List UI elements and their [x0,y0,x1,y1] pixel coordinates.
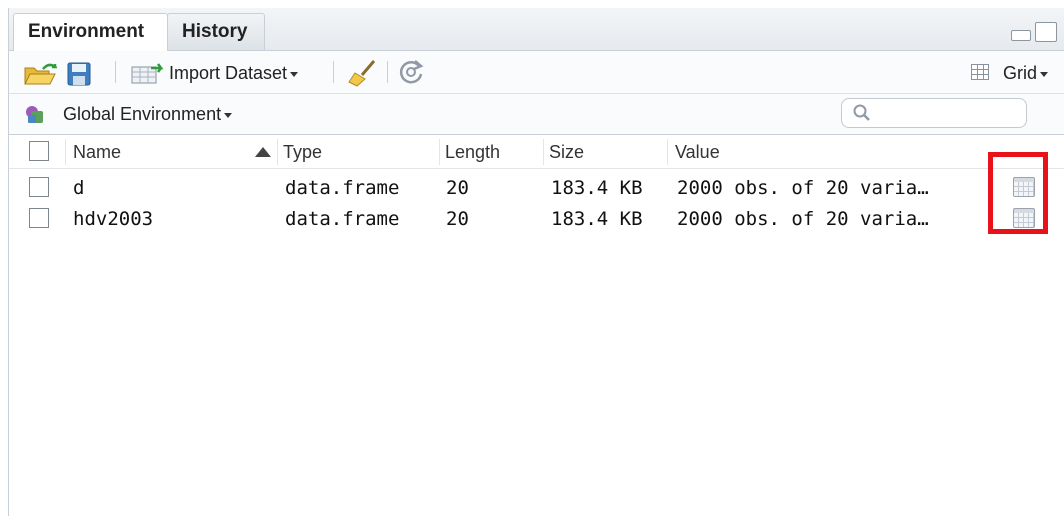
sort-ascending-icon [255,147,271,157]
row-checkbox[interactable] [29,208,49,228]
table-row[interactable]: hdv2003 data.frame 20 183.4 KB 2000 obs.… [9,204,1064,235]
grid-view-label: Grid [1003,63,1038,83]
variable-value: 2000 obs. of 20 varia… [677,208,929,230]
toolbar-divider [333,61,334,83]
table-header: Name Type Length Size Value [9,135,1064,169]
variable-name: d [73,177,85,199]
environment-toolbar: Import Dataset Grid [9,51,1064,94]
import-dataset-label: Import Dataset [169,63,288,83]
environment-scope-icon [26,106,43,123]
column-header-type[interactable]: Type [283,142,322,163]
variable-length: 20 [446,177,469,199]
variable-type: data.frame [285,208,400,230]
chevron-down-icon [224,112,233,118]
variable-name: hdv2003 [73,208,154,230]
save-workspace-icon[interactable] [67,62,91,86]
variable-size: 183.4 KB [551,177,643,199]
row-checkbox[interactable] [29,177,49,197]
minimize-icon[interactable] [1011,30,1031,41]
pane-tab-bar: Environment History [9,8,1064,51]
column-header-name[interactable]: Name [73,142,121,163]
grid-view-button[interactable]: Grid [1003,63,1049,84]
column-header-size[interactable]: Size [549,142,584,163]
environment-scope-dropdown[interactable]: Global Environment [63,104,233,125]
toolbar-divider [387,61,388,83]
variable-value: 2000 obs. of 20 varia… [677,177,929,199]
load-workspace-icon[interactable] [23,60,57,86]
table-row[interactable]: d data.frame 20 183.4 KB 2000 obs. of 20… [9,173,1064,204]
column-divider [65,139,66,165]
chevron-down-icon [290,71,299,77]
search-icon [853,104,870,121]
variable-size: 183.4 KB [551,208,643,230]
toolbar-divider [115,61,116,83]
variable-length: 20 [446,208,469,230]
tab-history[interactable]: History [167,13,265,50]
import-dataset-icon[interactable] [131,62,167,84]
column-divider [667,139,668,165]
import-dataset-button[interactable]: Import Dataset [169,63,299,84]
column-divider [543,139,544,165]
select-all-checkbox[interactable] [29,141,49,161]
column-divider [277,139,278,165]
environment-pane: Environment History Import Dataset Grid … [8,8,1064,516]
search-input[interactable] [841,98,1027,128]
variable-type: data.frame [285,177,400,199]
annotation-highlight-box [988,152,1048,234]
environment-scope-bar: Global Environment [9,94,1064,135]
refresh-icon[interactable] [397,58,425,86]
broom-icon[interactable] [347,59,377,87]
column-header-value[interactable]: Value [675,142,720,163]
column-divider [439,139,440,165]
column-header-length[interactable]: Length [445,142,500,163]
maximize-icon[interactable] [1035,22,1057,42]
tab-environment[interactable]: Environment [13,13,168,51]
grid-view-icon[interactable] [971,64,989,80]
environment-scope-label: Global Environment [63,104,222,124]
chevron-down-icon [1040,71,1049,77]
